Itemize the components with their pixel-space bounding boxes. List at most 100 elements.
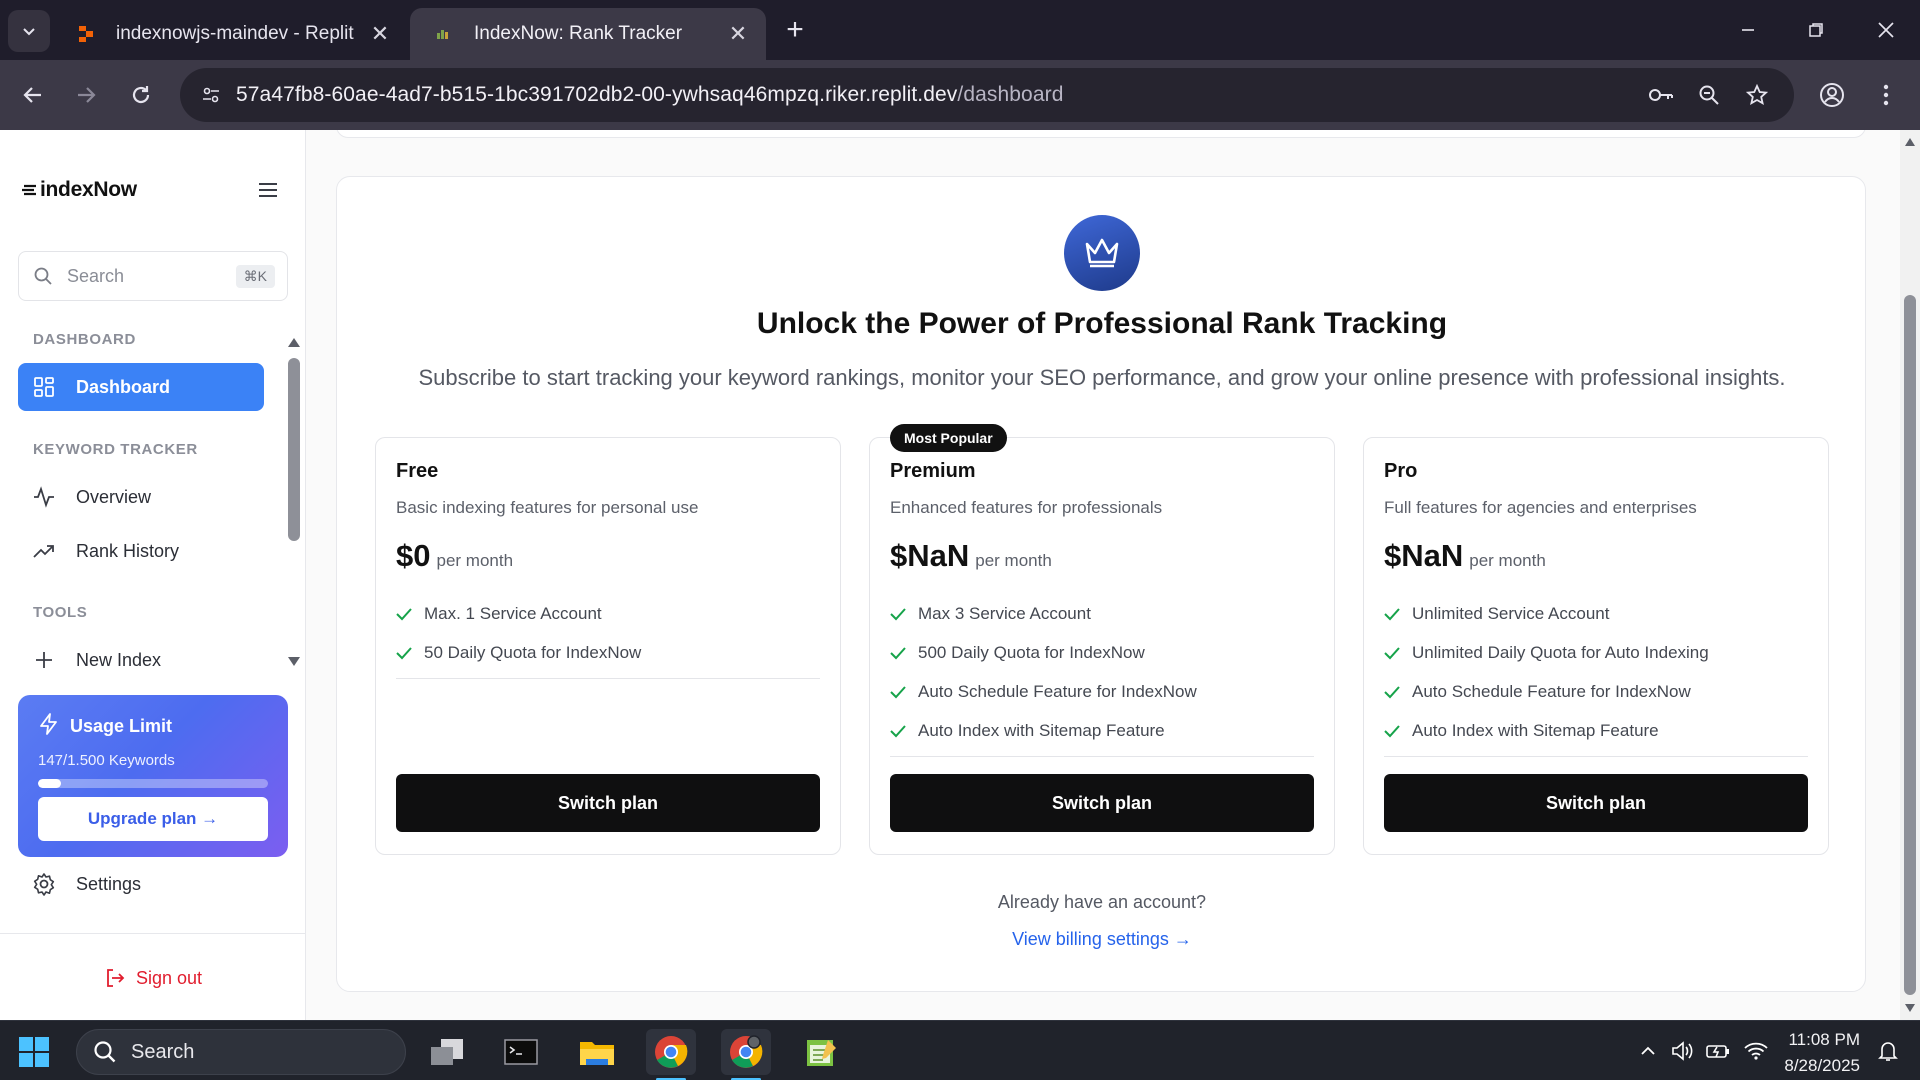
clock-time: 11:08 PM xyxy=(1788,1030,1860,1049)
volume-icon[interactable] xyxy=(1668,1037,1696,1065)
scroll-down-icon[interactable] xyxy=(1904,1002,1916,1014)
browser-menu-button[interactable] xyxy=(1868,77,1904,113)
price-amount: $NaN xyxy=(890,538,970,573)
system-clock[interactable]: 11:08 PM 8/28/2025 xyxy=(1770,1027,1860,1079)
taskbar-search[interactable]: Search xyxy=(76,1029,406,1075)
close-tab-icon[interactable]: ✕ xyxy=(370,21,390,47)
sign-out-icon xyxy=(104,967,126,989)
feature-text: Auto Index with Sitemap Feature xyxy=(1412,720,1659,740)
section-title-dashboard: DASHBOARD xyxy=(33,331,136,348)
sign-out-button[interactable]: Sign out xyxy=(104,967,202,989)
password-key-icon[interactable] xyxy=(1646,80,1676,110)
sidebar-item-dashboard[interactable]: Dashboard xyxy=(18,363,264,411)
plan-name: Premium xyxy=(890,460,976,482)
upgrade-plan-button[interactable]: Upgrade plan → xyxy=(38,797,268,841)
feature-text: Max 3 Service Account xyxy=(918,603,1091,623)
taskbar-file-explorer[interactable] xyxy=(572,1029,622,1075)
sidebar-item-new-index[interactable]: New Index xyxy=(18,636,264,684)
check-icon xyxy=(890,685,906,699)
switch-plan-button[interactable]: Switch plan xyxy=(396,774,820,832)
tab-replit[interactable]: indexnowjs-maindev - Replit ✕ xyxy=(52,8,408,60)
plan-description: Basic indexing features for personal use xyxy=(396,498,699,517)
plan-price: $NaN per month xyxy=(1384,538,1546,574)
tab-indexnow[interactable]: IndexNow: Rank Tracker ✕ xyxy=(410,8,766,60)
usage-count: 147/1.500 Keywords xyxy=(38,752,175,769)
check-icon xyxy=(890,646,906,660)
sidebar-scrollbar-thumb[interactable] xyxy=(288,358,300,541)
profile-button[interactable] xyxy=(1814,77,1850,113)
plan-description: Enhanced features for professionals xyxy=(890,498,1163,517)
close-window-button[interactable] xyxy=(1866,12,1906,48)
check-icon xyxy=(1384,685,1400,699)
sidebar-scroll-down-icon[interactable] xyxy=(287,656,301,668)
price-amount: $0 xyxy=(396,538,431,573)
address-bar[interactable]: 57a47fb8-60ae-4ad7-b515-1bc391702db2-00-… xyxy=(180,68,1794,122)
activity-icon xyxy=(32,485,56,509)
trending-up-icon xyxy=(32,539,56,563)
reload-button[interactable] xyxy=(123,77,159,113)
wifi-icon[interactable] xyxy=(1742,1037,1770,1065)
back-button[interactable] xyxy=(15,77,51,113)
feature-list: Max. 1 Service Account 50 Daily Quota fo… xyxy=(396,594,641,672)
site-info-icon[interactable] xyxy=(194,78,228,112)
feature-item: Auto Schedule Feature for IndexNow xyxy=(890,672,1197,711)
battery-icon[interactable] xyxy=(1704,1037,1732,1065)
folder-icon xyxy=(580,1042,614,1065)
sidebar-item-rank-history[interactable]: Rank History xyxy=(18,527,264,575)
taskbar-notepad[interactable] xyxy=(796,1029,846,1075)
close-tab-icon[interactable]: ✕ xyxy=(728,21,748,47)
usage-limit-title: Usage Limit xyxy=(70,716,173,736)
sign-out-label: Sign out xyxy=(136,967,203,988)
crown-badge xyxy=(1064,215,1140,291)
forward-button[interactable] xyxy=(68,77,104,113)
sidebar-toggle-button[interactable] xyxy=(254,178,282,202)
switch-plan-button[interactable]: Switch plan xyxy=(1384,774,1808,832)
minimize-button[interactable] xyxy=(1728,12,1768,48)
start-button[interactable] xyxy=(18,1036,50,1073)
feature-text: Auto Schedule Feature for IndexNow xyxy=(918,681,1197,701)
feature-item: Max 3 Service Account xyxy=(890,594,1197,633)
settings-label: Settings xyxy=(76,873,142,894)
tab-search-dropdown[interactable] xyxy=(8,10,50,52)
feature-item: Auto Index with Sitemap Feature xyxy=(1384,711,1709,750)
sidebar-scroll-up-icon[interactable] xyxy=(287,336,301,348)
notification-bell-icon[interactable] xyxy=(1874,1037,1902,1065)
taskbar-chrome-1[interactable] xyxy=(646,1029,696,1080)
page-viewport: indexNow Search ⌘K DASHBOARD Dashboard K… xyxy=(0,130,1900,1020)
app-logo[interactable]: indexNow xyxy=(22,178,137,202)
plan-description: Full features for agencies and enterpris… xyxy=(1384,498,1697,517)
taskbar-task-view[interactable] xyxy=(422,1029,472,1075)
browser-tab-bar: indexnowjs-maindev - Replit ✕ IndexNow: … xyxy=(0,0,1920,60)
check-icon xyxy=(1384,724,1400,738)
check-icon xyxy=(890,724,906,738)
sidebar-item-settings[interactable]: Settings xyxy=(32,872,141,896)
new-tab-button[interactable]: + xyxy=(778,14,812,48)
feature-list: Unlimited Service Account Unlimited Dail… xyxy=(1384,594,1709,750)
search-placeholder: Search xyxy=(67,265,125,286)
zoom-icon[interactable] xyxy=(1694,80,1724,110)
tray-overflow-chevron-icon[interactable] xyxy=(1634,1037,1662,1065)
section-title-tools: TOOLS xyxy=(33,604,88,621)
reload-icon xyxy=(132,86,150,104)
search-shortcut-badge: ⌘K xyxy=(235,264,275,288)
restore-button[interactable] xyxy=(1796,12,1836,48)
feature-item: Max. 1 Service Account xyxy=(396,594,641,633)
arrow-right-icon xyxy=(78,87,96,103)
feature-item: 50 Daily Quota for IndexNow xyxy=(396,633,641,672)
taskbar-terminal[interactable] xyxy=(496,1029,546,1075)
url-path: /dashboard xyxy=(957,83,1064,106)
billing-settings-link[interactable]: View billing settings → xyxy=(337,929,1867,950)
chevron-down-icon xyxy=(23,28,35,36)
sidebar-item-label: Dashboard xyxy=(76,376,171,397)
page-scrollbar[interactable] xyxy=(1900,130,1920,1020)
bookmark-star-icon[interactable] xyxy=(1742,80,1772,110)
clock-date: 8/28/2025 xyxy=(1784,1056,1860,1075)
page-scrollbar-thumb[interactable] xyxy=(1904,295,1916,995)
scroll-up-icon[interactable] xyxy=(1904,136,1916,148)
sidebar-search[interactable]: Search ⌘K xyxy=(18,251,288,301)
sidebar-item-label: New Index xyxy=(76,649,162,670)
sidebar-item-overview[interactable]: Overview xyxy=(18,473,264,521)
url-text: 57a47fb8-60ae-4ad7-b515-1bc391702db2-00-… xyxy=(236,83,1064,107)
switch-plan-button[interactable]: Switch plan xyxy=(890,774,1314,832)
taskbar-chrome-2[interactable] xyxy=(721,1029,771,1080)
